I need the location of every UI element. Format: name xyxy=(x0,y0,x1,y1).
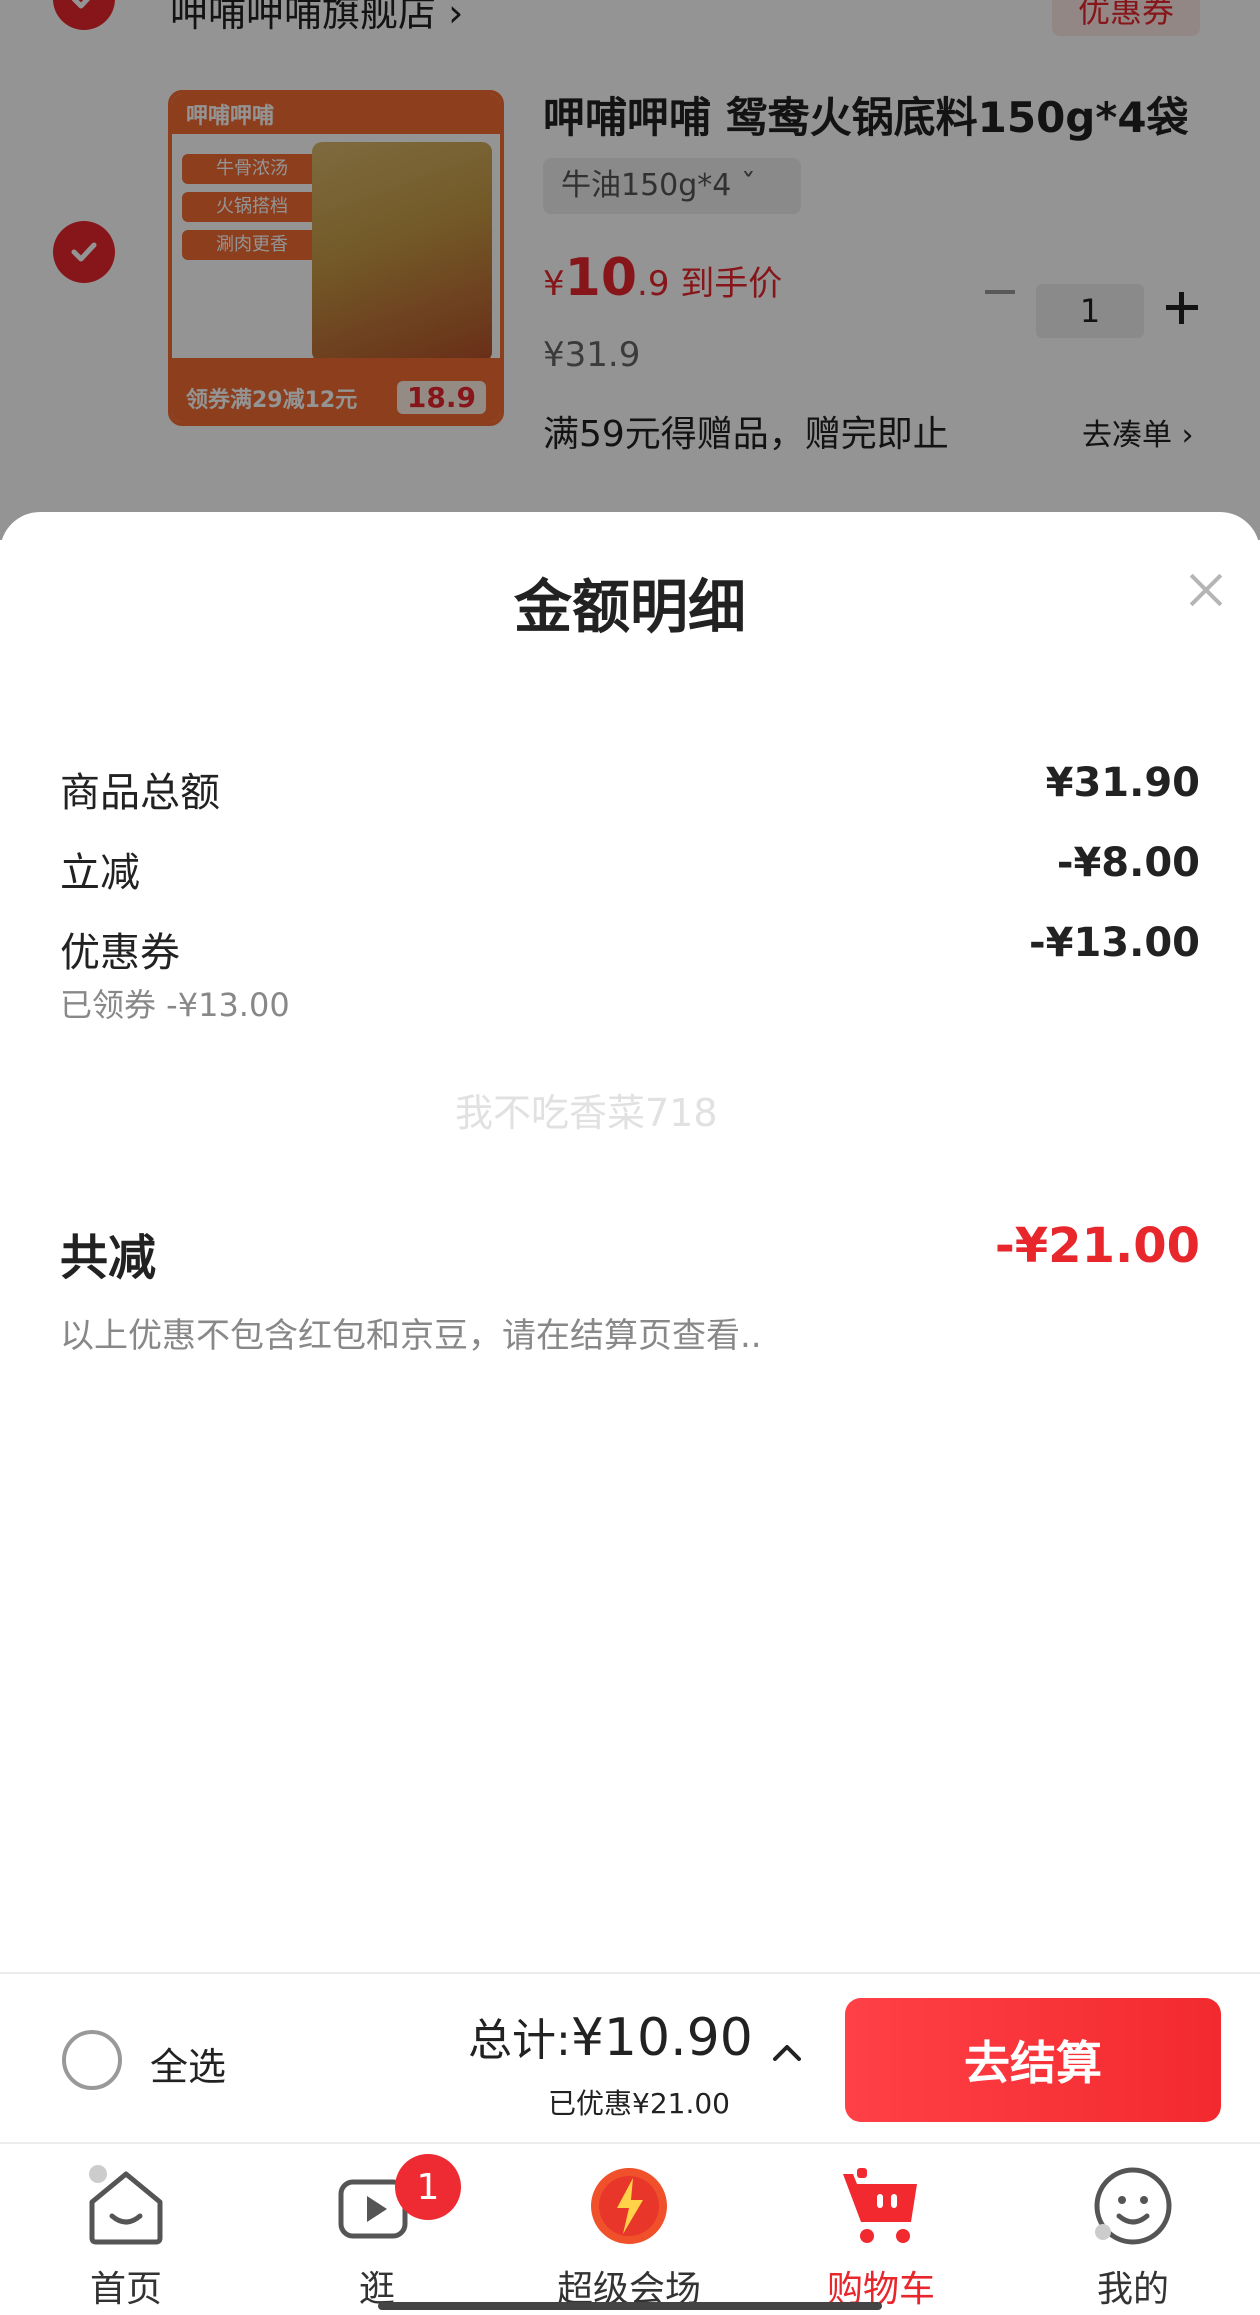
total-prefix: 总计: xyxy=(468,2015,571,2066)
total-price: 总计:¥10.90 xyxy=(468,2004,753,2068)
close-icon[interactable] xyxy=(1188,572,1224,608)
notification-badge: 1 xyxy=(395,2154,461,2220)
select-all-label[interactable]: 全选 xyxy=(150,2036,226,2091)
tab-label-home: 首页 xyxy=(89,2269,162,2310)
row-label-subtotal: 商品总额 xyxy=(60,770,220,816)
checkout-bar: 全选 总计:¥10.90 已优惠¥21.00 去结算 xyxy=(0,1972,1260,2142)
row-label-coupon: 优惠券 xyxy=(60,930,180,976)
watermark: 我不吃香菜718 xyxy=(455,1091,718,1135)
row-value-coupon: -¥13.00 xyxy=(1029,920,1200,966)
discount-note: 以上优惠不包含红包和京豆，请在结算页查看.. xyxy=(60,1316,762,1356)
total-discount-value: -¥21.00 xyxy=(994,1218,1200,1274)
tab-super-venue[interactable]: 超级会场 xyxy=(529,2158,729,2310)
tab-home[interactable]: 首页 xyxy=(26,2158,226,2310)
profile-icon xyxy=(1094,2167,1172,2245)
row-value-subtotal: ¥31.90 xyxy=(1045,760,1200,806)
tab-label-profile: 我的 xyxy=(1096,2269,1169,2310)
tab-profile[interactable]: 我的 xyxy=(1033,2158,1233,2310)
total-discount-label: 共减 xyxy=(60,1230,157,1286)
coupon-claimed-text: 已领券 -¥13.00 xyxy=(60,986,290,1024)
tab-bar: 首页 1 逛 超级会场 购物车 我的 xyxy=(0,2142,1260,2315)
select-all-radio[interactable] xyxy=(62,2030,122,2090)
total-amount: ¥10.90 xyxy=(570,2008,753,2068)
home-indicator[interactable] xyxy=(378,2302,882,2310)
checkout-button[interactable]: 去结算 xyxy=(845,1998,1221,2122)
home-icon xyxy=(89,2165,163,2245)
row-label-instant-discount: 立减 xyxy=(60,850,140,896)
amount-detail-sheet: 金额明细 商品总额 ¥31.90 立减 -¥8.00 优惠券 -¥13.00 已… xyxy=(0,512,1260,1972)
saved-amount: 已优惠¥21.00 xyxy=(548,2087,730,2120)
cart-icon xyxy=(843,2168,917,2243)
chevron-up-icon[interactable] xyxy=(772,2038,802,2068)
super-venue-icon xyxy=(591,2168,667,2244)
tab-cart[interactable]: 购物车 xyxy=(781,2158,981,2310)
sheet-title: 金额明细 xyxy=(513,573,746,641)
dim-overlay[interactable] xyxy=(0,0,1260,540)
row-value-instant-discount: -¥8.00 xyxy=(1056,840,1200,886)
tab-browse[interactable]: 1 逛 xyxy=(277,2154,477,2310)
